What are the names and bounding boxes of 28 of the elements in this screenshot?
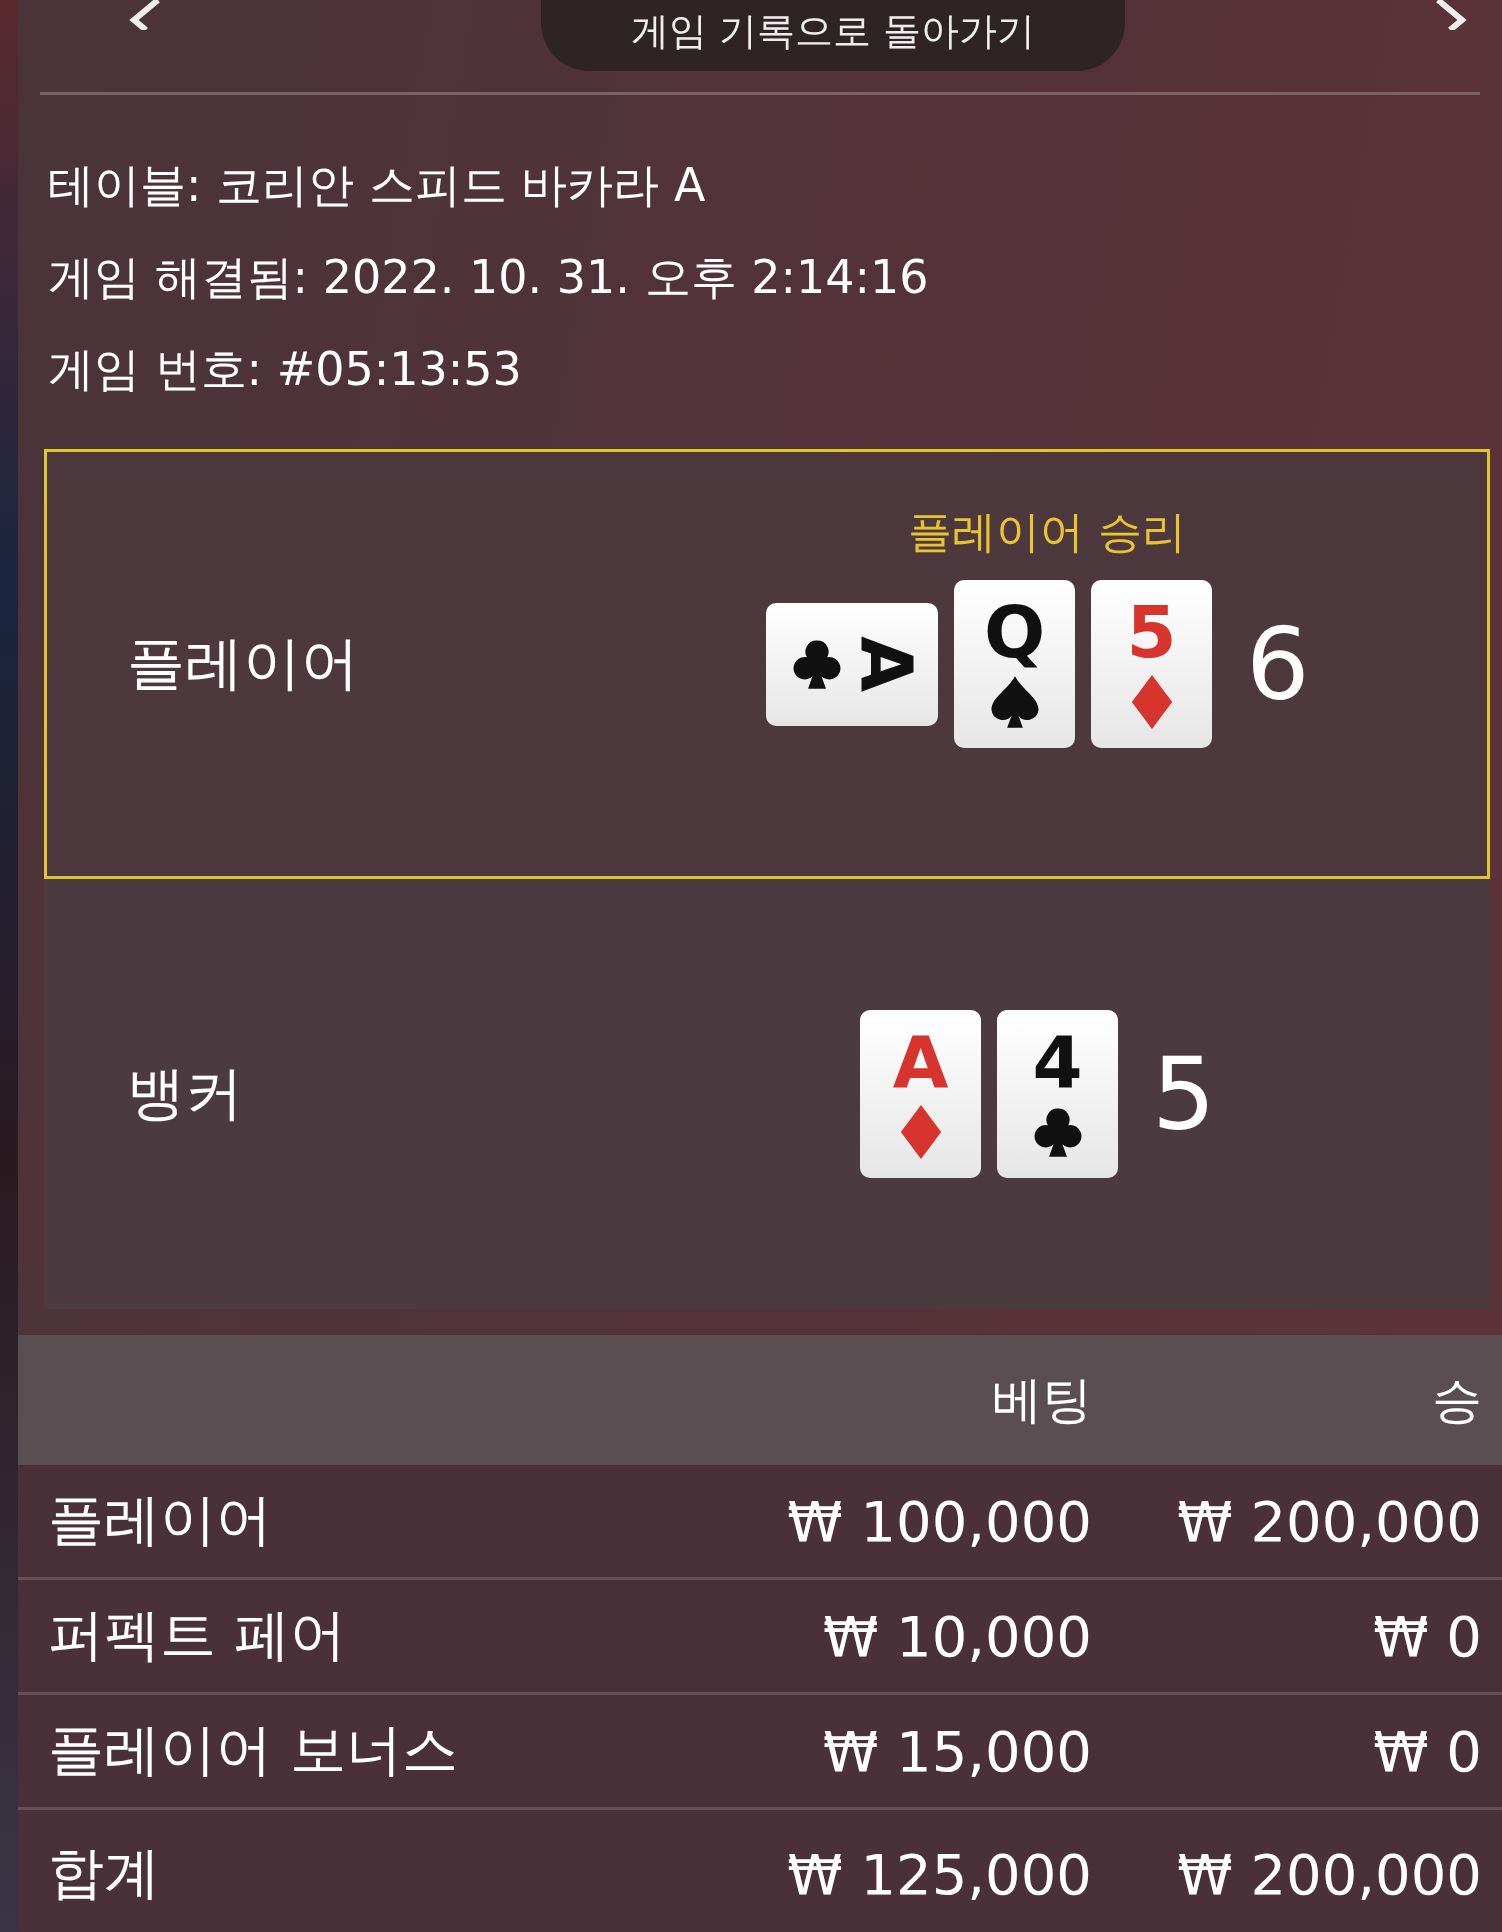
bet-label: 합계	[48, 1839, 161, 1907]
bet-label: 퍼펙트 페어	[48, 1601, 347, 1669]
info-line: 게임 해결됨: 2022. 10. 31. 오후 2:14:16	[48, 249, 930, 305]
info-line: 테이블: 코리안 스피드 바카라 A	[48, 157, 707, 213]
win-amount: ₩ 0	[1372, 1603, 1482, 1669]
card-rank: A	[892, 1026, 949, 1098]
bet-amount: ₩ 100,000	[786, 1488, 1092, 1554]
hand-score: 6	[1246, 605, 1310, 723]
bet-amount: ₩ 15,000	[821, 1718, 1092, 1784]
bet-amount: ₩ 125,000	[786, 1841, 1092, 1907]
hand-name: 뱅커	[126, 1058, 244, 1129]
column-header: 승	[1431, 1369, 1482, 1431]
win-amount: ₩ 200,000	[1176, 1488, 1482, 1554]
bet-amount: ₩ 10,000	[821, 1603, 1092, 1669]
hand-score: 5	[1152, 1035, 1216, 1153]
win-amount: ₩ 200,000	[1176, 1841, 1482, 1907]
bet-label: 플레이어 보너스	[48, 1716, 459, 1784]
hand-name: 플레이어	[126, 628, 360, 699]
bet-label: 플레이어	[48, 1486, 273, 1554]
card-rank: 4	[1032, 1026, 1083, 1098]
info-line: 게임 번호: #05:13:53	[48, 341, 523, 397]
win-amount: ₩ 0	[1372, 1718, 1482, 1784]
back-to-history-button[interactable]: 게임 기록으로 돌아가기	[540, 0, 1126, 71]
card-rank: 5	[1126, 596, 1177, 668]
card-rank: Q	[983, 596, 1046, 668]
card-rank: A	[851, 636, 923, 692]
column-header: 베팅	[991, 1369, 1092, 1431]
result-label: 플레이어 승리	[908, 505, 1186, 559]
